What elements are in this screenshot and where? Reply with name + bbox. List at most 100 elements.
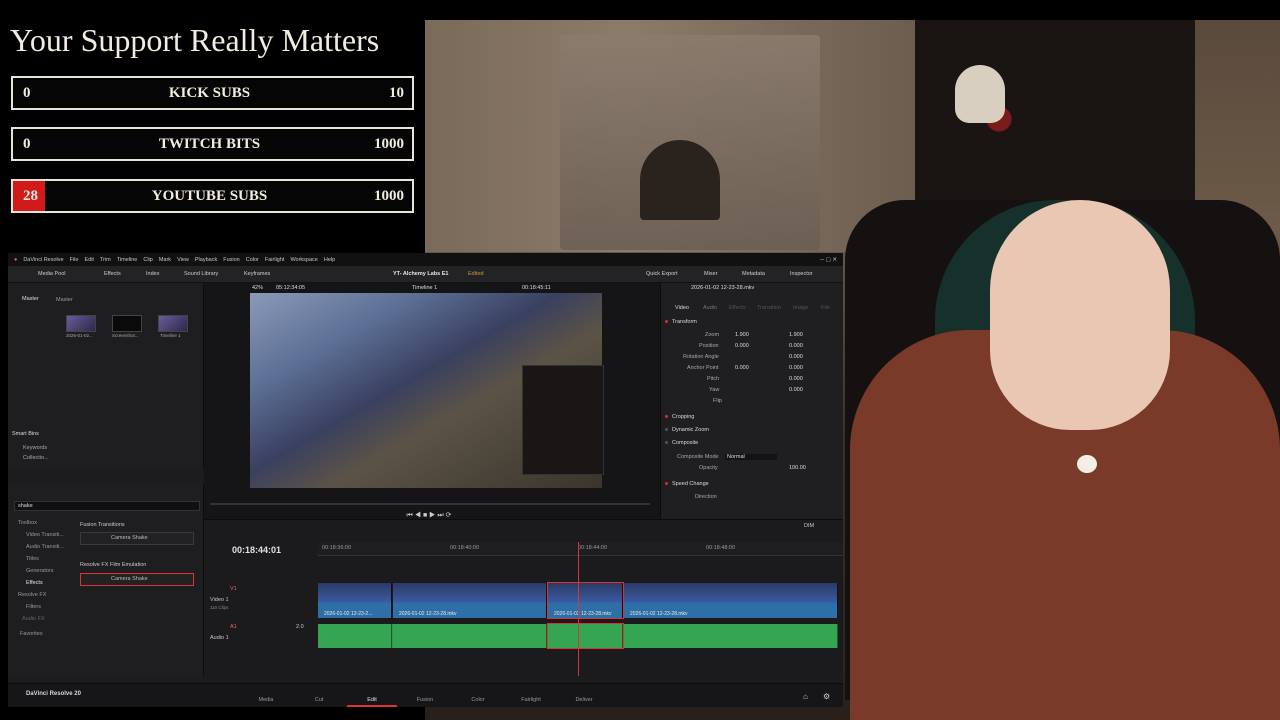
- group-resolve-fx-film-emulation[interactable]: Resolve FX Film Emulation: [80, 562, 146, 568]
- anchor-label: Anchor Point: [687, 365, 719, 371]
- tree-effects[interactable]: Effects: [26, 580, 43, 586]
- mixer-button[interactable]: Mixer: [704, 271, 717, 277]
- position-y-field[interactable]: 0.000: [789, 343, 803, 349]
- enabled-dot-icon[interactable]: [665, 482, 668, 486]
- zoom-y-field[interactable]: 1.900: [789, 332, 803, 338]
- menu-fairlight[interactable]: Fairlight: [265, 257, 285, 263]
- timeline-name[interactable]: Timeline 1: [412, 285, 437, 291]
- enabled-dot-icon[interactable]: [665, 428, 668, 432]
- page-navigation-bar: DaVinci Resolve 20 Media Cut Edit Fusion…: [8, 683, 843, 707]
- page-cut[interactable]: Cut: [294, 697, 344, 703]
- effects-search-input[interactable]: shake: [14, 501, 200, 511]
- menu-app[interactable]: DaVinci Resolve: [23, 257, 63, 263]
- pitch-field[interactable]: 0.000: [789, 376, 803, 382]
- page-media[interactable]: Media: [241, 697, 291, 703]
- effect-camera-shake-resolve[interactable]: Camera Shake: [80, 573, 194, 586]
- inspector-tab-effects[interactable]: Effects: [729, 305, 746, 311]
- video-frame-webcam: [522, 365, 604, 475]
- screenshot-thumbnail[interactable]: [112, 315, 142, 332]
- speed-change-section[interactable]: Speed Change: [672, 481, 709, 487]
- inspector-tab-transition[interactable]: Transition: [757, 305, 781, 311]
- effects-button[interactable]: Effects: [104, 271, 121, 277]
- gear-icon[interactable]: ⚙: [823, 692, 830, 701]
- home-icon[interactable]: ⌂: [803, 692, 808, 701]
- inspector-tab-file[interactable]: File: [821, 305, 830, 311]
- menu-help[interactable]: Help: [324, 257, 335, 263]
- playhead[interactable]: [578, 542, 579, 676]
- audio-clip[interactable]: [318, 624, 392, 648]
- tree-filters[interactable]: Filters: [26, 604, 41, 610]
- tree-video-transitions[interactable]: Video Transiti...: [26, 532, 64, 538]
- group-fusion-transitions[interactable]: Fusion Transitions: [80, 522, 125, 528]
- inspector-button[interactable]: Inspector: [790, 271, 813, 277]
- effect-camera-shake-fusion[interactable]: Camera Shake: [80, 532, 194, 545]
- dim-button[interactable]: DIM: [804, 523, 814, 529]
- position-label: Position: [699, 343, 719, 349]
- viewer-zoom[interactable]: 42%: [252, 285, 263, 291]
- smart-bin-collections[interactable]: Collectio...: [23, 455, 49, 461]
- enabled-dot-icon[interactable]: [665, 441, 668, 445]
- enabled-dot-icon[interactable]: [665, 320, 668, 324]
- page-color[interactable]: Color: [453, 697, 503, 703]
- composite-section[interactable]: Composite: [672, 440, 698, 446]
- menu-view[interactable]: View: [177, 257, 189, 263]
- tree-generators[interactable]: Generators: [26, 568, 54, 574]
- page-deliver[interactable]: Deliver: [559, 697, 609, 703]
- menu-workspace[interactable]: Workspace: [290, 257, 317, 263]
- tree-titles[interactable]: Titles: [26, 556, 39, 562]
- tree-toolbox[interactable]: Toolbox: [18, 520, 37, 526]
- anchor-x-field[interactable]: 0.000: [735, 365, 749, 371]
- opacity-field[interactable]: 100.00: [789, 465, 806, 471]
- menu-clip[interactable]: Clip: [143, 257, 152, 263]
- bin-path-master[interactable]: Master: [56, 297, 73, 303]
- smart-bin-keywords[interactable]: Keywords: [23, 445, 47, 451]
- goal-label: TWITCH BITS: [158, 135, 261, 152]
- audio-clip[interactable]: [624, 624, 838, 648]
- enabled-dot-icon[interactable]: [665, 415, 668, 419]
- bin-tab-master[interactable]: Master: [22, 296, 39, 302]
- page-edit[interactable]: Edit: [347, 697, 397, 703]
- window-controls-icon[interactable]: ─ ▢ ✕: [820, 257, 843, 263]
- transport-controls-icon[interactable]: ⏮ ◀ ■ ▶ ⏭ ⟳: [364, 511, 494, 519]
- menu-edit[interactable]: Edit: [84, 257, 93, 263]
- audio-clip[interactable]: [393, 624, 547, 648]
- tree-resolve-fx[interactable]: Resolve FX: [18, 592, 46, 598]
- zoom-x-field[interactable]: 1.900: [735, 332, 749, 338]
- menu-fusion[interactable]: Fusion: [223, 257, 240, 263]
- timeline-ruler[interactable]: 00:18:36:00 00:18:40:00 00:18:44:00 00:1…: [318, 542, 843, 556]
- tree-audio-fx[interactable]: Audio FX: [22, 616, 45, 622]
- timeline-thumbnail[interactable]: [158, 315, 188, 332]
- rotation-field[interactable]: 0.000: [789, 354, 803, 360]
- yaw-field[interactable]: 0.000: [789, 387, 803, 393]
- menu-playback[interactable]: Playback: [195, 257, 217, 263]
- tree-audio-transitions[interactable]: Audio Transiti...: [26, 544, 64, 550]
- page-fusion[interactable]: Fusion: [400, 697, 450, 703]
- inspector-tab-image[interactable]: Image: [793, 305, 808, 311]
- menu-file[interactable]: File: [70, 257, 79, 263]
- sound-library-button[interactable]: Sound Library: [184, 271, 218, 277]
- inspector-tab-video[interactable]: Video: [675, 305, 689, 311]
- index-button[interactable]: Index: [146, 271, 159, 277]
- clip-thumbnail[interactable]: [66, 315, 96, 332]
- page-fairlight[interactable]: Fairlight: [506, 697, 556, 703]
- anchor-y-field[interactable]: 0.000: [789, 365, 803, 371]
- menu-mark[interactable]: Mark: [159, 257, 171, 263]
- keyframes-button[interactable]: Keyframes: [244, 271, 270, 277]
- position-x-field[interactable]: 0.000: [735, 343, 749, 349]
- viewer-scrubber[interactable]: [210, 503, 650, 505]
- cropping-section[interactable]: Cropping: [672, 414, 694, 420]
- menu-timeline[interactable]: Timeline: [117, 257, 138, 263]
- tree-favorites[interactable]: Favorites: [20, 631, 43, 637]
- active-page-indicator: [347, 705, 397, 707]
- menu-trim[interactable]: Trim: [100, 257, 111, 263]
- media-pool-button[interactable]: Media Pool: [38, 271, 66, 277]
- composite-mode-select[interactable]: Normal: [725, 454, 777, 460]
- dynamic-zoom-section[interactable]: Dynamic Zoom: [672, 427, 709, 433]
- quick-export-button[interactable]: Quick Export: [646, 271, 677, 277]
- transform-section[interactable]: Transform: [672, 319, 697, 325]
- menu-color[interactable]: Color: [246, 257, 259, 263]
- inspector-tab-audio[interactable]: Audio: [703, 305, 717, 311]
- audio-clip-selected[interactable]: [547, 623, 624, 649]
- metadata-button[interactable]: Metadata: [742, 271, 765, 277]
- timeline-panel: 00:18:44:01 DIM 00:18:36:00 00:18:40:00 …: [204, 519, 843, 677]
